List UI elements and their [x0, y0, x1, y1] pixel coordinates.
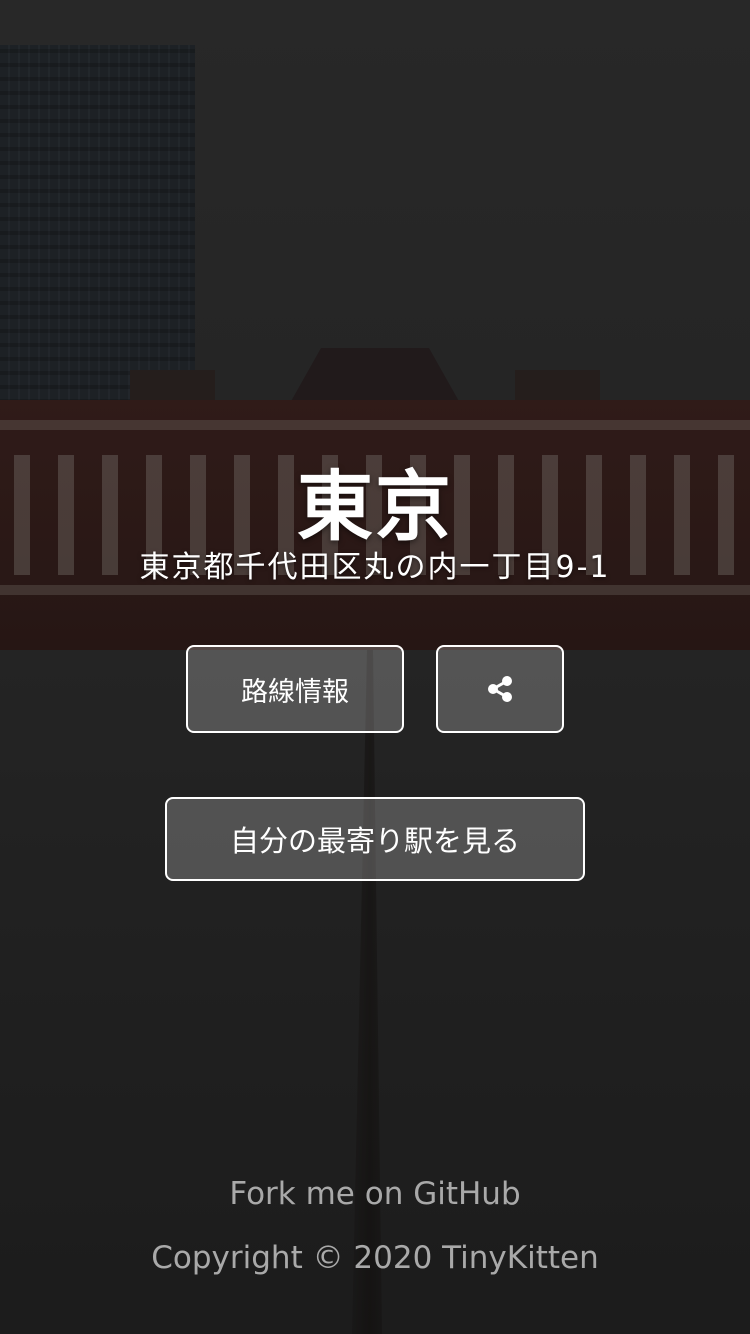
share-button[interactable] [436, 645, 564, 733]
nearest-station-label: 自分の最寄り駅を見る [229, 824, 520, 858]
station-name: 東京 [297, 462, 453, 551]
station-address: 東京都千代田区丸の内一丁目9-1 [139, 550, 611, 585]
share-icon [488, 676, 512, 702]
github-link[interactable]: Fork me on GitHub [0, 1176, 750, 1212]
route-info-label: 路線情報 [241, 676, 349, 708]
nearest-station-button[interactable]: 自分の最寄り駅を見る [165, 797, 585, 881]
route-info-button[interactable]: 路線情報 [186, 645, 404, 733]
copyright-text: Copyright © 2020 TinyKitten [151, 1240, 599, 1276]
